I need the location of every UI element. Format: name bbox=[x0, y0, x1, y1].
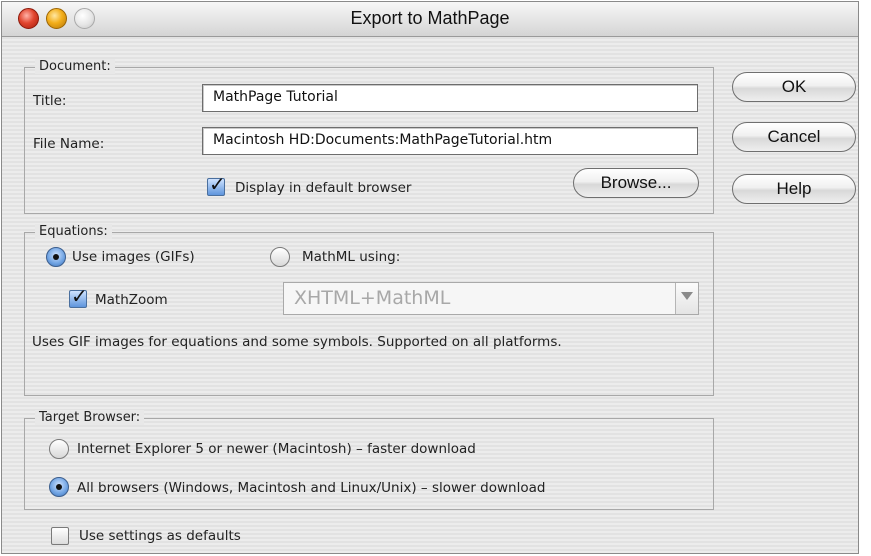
dropdown-arrow bbox=[675, 283, 698, 314]
use-defaults-label: Use settings as defaults bbox=[79, 528, 241, 544]
chevron-down-icon bbox=[681, 292, 693, 300]
browse-button[interactable]: Browse... bbox=[573, 168, 699, 198]
mathml-radio[interactable] bbox=[270, 247, 290, 267]
ie-radio[interactable] bbox=[49, 439, 69, 459]
mathml-format-value: XHTML+MathML bbox=[294, 287, 451, 309]
title-label: Title: bbox=[33, 93, 67, 109]
target-browser-legend: Target Browser: bbox=[35, 410, 145, 425]
target-browser-group: Target Browser: Internet Explorer 5 or n… bbox=[24, 410, 714, 510]
mathml-format-select[interactable]: XHTML+MathML bbox=[283, 282, 699, 315]
checkmark-icon: ✓ bbox=[209, 172, 226, 196]
title-field[interactable]: MathPage Tutorial bbox=[202, 84, 698, 112]
help-button[interactable]: Help bbox=[732, 174, 856, 204]
filename-label: File Name: bbox=[33, 136, 105, 152]
equations-group: Equations: Use images (GIFs) MathML usin… bbox=[24, 224, 714, 396]
radio-selected-dot bbox=[53, 254, 59, 260]
export-dialog: Export to MathPage Document: Title: Math… bbox=[1, 1, 859, 554]
radio-selected-dot bbox=[56, 484, 62, 490]
ie-label: Internet Explorer 5 or newer (Macintosh)… bbox=[77, 441, 476, 457]
title-bar: Export to MathPage bbox=[2, 2, 858, 37]
cancel-button[interactable]: Cancel bbox=[732, 122, 856, 152]
mathzoom-checkbox[interactable]: ✓ bbox=[69, 284, 88, 308]
use-images-label: Use images (GIFs) bbox=[72, 249, 195, 265]
all-browsers-label: All browsers (Windows, Macintosh and Lin… bbox=[77, 480, 546, 496]
equations-description: Uses GIF images for equations and some s… bbox=[32, 334, 562, 350]
mathml-label: MathML using: bbox=[302, 249, 401, 265]
document-legend: Document: bbox=[35, 59, 115, 74]
document-group: Document: Title: MathPage Tutorial File … bbox=[24, 59, 714, 214]
equations-legend: Equations: bbox=[35, 224, 112, 239]
display-in-browser-checkbox[interactable]: ✓ bbox=[207, 172, 226, 196]
window-title: Export to MathPage bbox=[350, 8, 510, 28]
use-images-radio[interactable] bbox=[46, 247, 66, 267]
ok-button[interactable]: OK bbox=[732, 72, 856, 102]
use-defaults-checkbox[interactable] bbox=[51, 527, 69, 545]
filename-field[interactable]: Macintosh HD:Documents:MathPageTutorial.… bbox=[202, 127, 698, 155]
checkmark-icon: ✓ bbox=[71, 284, 88, 308]
all-browsers-radio[interactable] bbox=[49, 477, 69, 497]
display-in-browser-label: Display in default browser bbox=[235, 180, 412, 196]
mathzoom-label: MathZoom bbox=[95, 292, 168, 308]
